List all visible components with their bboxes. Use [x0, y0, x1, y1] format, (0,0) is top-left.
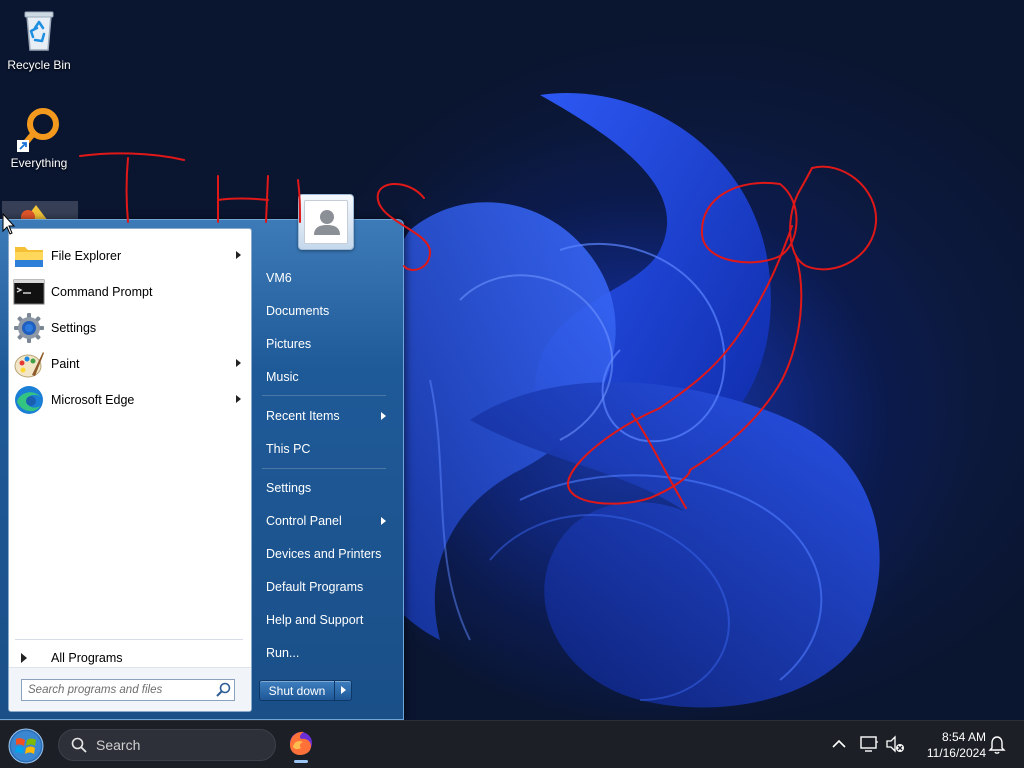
link-label: This PC	[266, 442, 311, 456]
start-link-recent-items[interactable]: Recent Items	[262, 405, 392, 427]
program-label: Microsoft Edge	[51, 393, 135, 407]
link-label: Default Programs	[266, 580, 364, 594]
program-microsoft-edge[interactable]: Microsoft Edge	[11, 382, 249, 418]
recycle-bin-icon	[15, 6, 63, 54]
start-search-input[interactable]	[22, 681, 214, 699]
link-label: Settings	[266, 481, 312, 495]
start-link-settings[interactable]: Settings	[262, 477, 392, 499]
monitor-icon	[860, 736, 878, 752]
link-label: Devices and Printers	[266, 547, 382, 561]
program-label: Paint	[51, 357, 80, 371]
firefox-icon	[290, 731, 312, 755]
show-hidden-icons-button[interactable]	[828, 733, 850, 755]
link-label: Documents	[266, 304, 330, 318]
link-label: Help and Support	[266, 613, 364, 627]
triangle-right-icon	[21, 653, 27, 663]
submenu-arrow-icon[interactable]	[236, 395, 241, 403]
start-link-default-programs[interactable]: Default Programs	[262, 576, 392, 598]
start-search-box[interactable]	[21, 679, 235, 701]
submenu-arrow-icon[interactable]	[236, 251, 241, 259]
mouse-cursor-icon	[2, 213, 16, 235]
submenu-arrow-icon	[381, 412, 386, 420]
submenu-arrow-icon[interactable]	[236, 359, 241, 367]
paint-icon	[13, 348, 45, 380]
speaker-muted-icon	[886, 735, 904, 753]
start-link-user[interactable]: VM6	[262, 267, 392, 289]
submenu-arrow-icon	[381, 517, 386, 525]
clock-date: 11/16/2024	[926, 746, 986, 760]
edge-icon	[13, 384, 45, 416]
program-label: Command Prompt	[51, 285, 153, 299]
everything-search-icon	[15, 104, 63, 152]
search-icon	[71, 737, 87, 753]
start-menu-program-list: File Explorer Command Prompt Settings Pa…	[8, 228, 252, 712]
desktop-icon-recycle-bin[interactable]: Recycle Bin	[1, 6, 77, 72]
program-paint[interactable]: Paint	[11, 346, 249, 382]
start-link-help-and-support[interactable]: Help and Support	[262, 609, 392, 631]
start-link-devices-and-printers[interactable]: Devices and Printers	[262, 543, 392, 565]
start-search-area	[9, 667, 251, 711]
start-link-run[interactable]: Run...	[262, 642, 392, 664]
start-link-pictures[interactable]: Pictures	[262, 333, 392, 355]
gear-icon	[13, 312, 45, 344]
folder-icon	[13, 240, 45, 272]
taskbar-firefox[interactable]	[284, 727, 318, 765]
desktop-icon-everything[interactable]: Everything	[1, 104, 77, 170]
start-link-documents[interactable]: Documents	[262, 300, 392, 322]
start-menu: File Explorer Command Prompt Settings Pa…	[0, 194, 404, 720]
all-programs-button[interactable]: All Programs	[17, 647, 243, 669]
shutdown-button[interactable]: Shut down	[259, 680, 335, 701]
user-avatar[interactable]	[298, 194, 354, 250]
running-indicator	[294, 760, 308, 763]
user-icon	[314, 210, 340, 235]
program-label: Settings	[51, 321, 97, 335]
all-programs-label: All Programs	[51, 651, 123, 665]
start-link-this-pc[interactable]: This PC	[262, 438, 392, 460]
program-settings[interactable]: Settings	[11, 310, 249, 346]
link-label: Control Panel	[266, 514, 342, 528]
shutdown-options-button[interactable]	[334, 680, 352, 701]
program-label: File Explorer	[51, 249, 122, 263]
program-file-explorer[interactable]: File Explorer	[11, 238, 249, 274]
command-prompt-icon	[13, 276, 45, 308]
chevron-up-icon	[832, 739, 846, 748]
everything-label: Everything	[10, 156, 68, 170]
link-label: Music	[266, 370, 299, 384]
divider	[262, 395, 386, 396]
start-button[interactable]	[6, 727, 46, 765]
link-label: Pictures	[266, 337, 312, 351]
divider	[262, 468, 386, 469]
tray-volume-button[interactable]	[884, 733, 906, 755]
tray-clock[interactable]: 8:54 AM 11/16/2024	[912, 729, 986, 761]
tray-display-button[interactable]	[858, 733, 880, 755]
windows-orb-icon	[8, 728, 44, 764]
taskbar-search-label: Search	[96, 737, 141, 753]
notifications-button[interactable]	[986, 733, 1008, 755]
search-icon[interactable]	[214, 681, 234, 699]
divider	[15, 639, 243, 640]
taskbar-search[interactable]: Search	[58, 729, 276, 761]
start-link-control-panel[interactable]: Control Panel	[262, 510, 392, 532]
link-label: VM6	[266, 271, 292, 285]
taskbar: Search 8:54 AM 11/16/2024	[0, 720, 1024, 768]
bell-icon	[988, 736, 1006, 754]
link-label: Run...	[266, 646, 300, 660]
clock-time: 8:54 AM	[941, 730, 986, 744]
link-label: Recent Items	[266, 409, 340, 423]
recycle-bin-label: Recycle Bin	[7, 58, 71, 72]
program-command-prompt[interactable]: Command Prompt	[11, 274, 249, 310]
start-link-music[interactable]: Music	[262, 366, 392, 388]
